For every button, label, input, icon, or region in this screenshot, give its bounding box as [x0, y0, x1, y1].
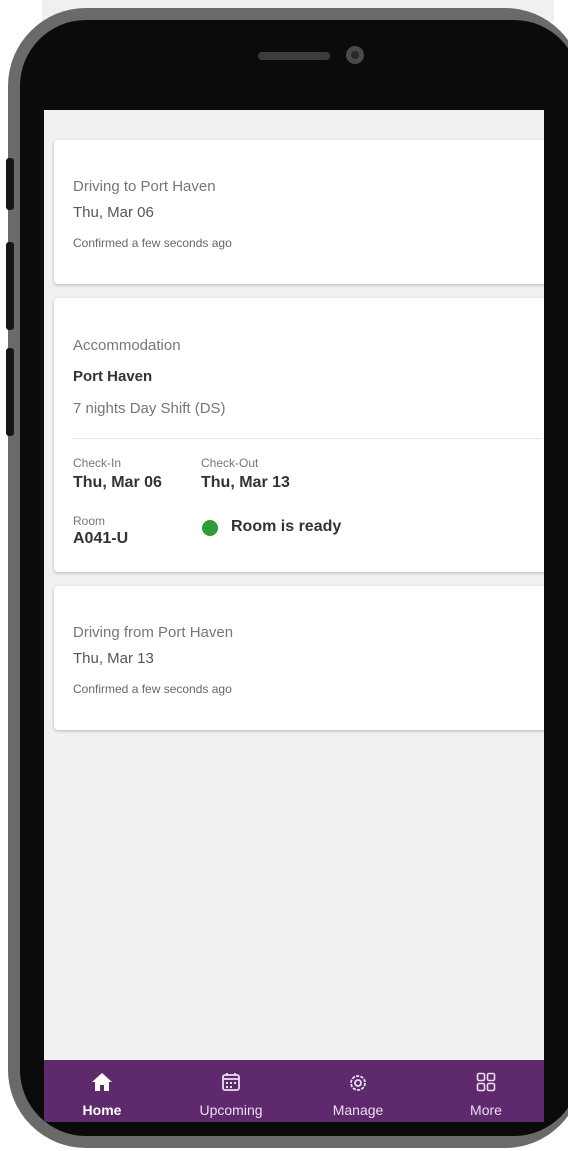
bottom-navigation: Home Upcoming Manage More — [44, 1060, 544, 1122]
room-value: A041-U — [73, 530, 129, 547]
calendar-icon — [222, 1073, 240, 1091]
nav-upcoming-label: Upcoming — [199, 1102, 263, 1118]
return-trip-card[interactable]: Driving from Port Haven Thu, Mar 13 Conf… — [54, 586, 544, 730]
grid-icon — [476, 1072, 496, 1092]
room-label: Room — [73, 514, 106, 528]
return-title: Driving from Port Haven — [73, 624, 234, 641]
nav-manage-label: Manage — [332, 1102, 384, 1118]
home-icon — [92, 1073, 112, 1091]
volume-down-button — [6, 348, 14, 436]
checkout-label: Check-Out — [201, 456, 259, 470]
return-status: Confirmed a few seconds ago — [73, 682, 232, 696]
volume-up-button — [6, 242, 14, 330]
card-divider — [73, 438, 542, 439]
gear-icon — [350, 1075, 366, 1091]
accommodation-stay: 7 nights Day Shift (DS) — [73, 400, 226, 417]
outbound-title: Driving to Port Haven — [73, 178, 216, 195]
nav-upcoming[interactable]: Upcoming — [181, 1060, 281, 1122]
mute-switch — [6, 158, 14, 210]
nav-manage[interactable]: Manage — [308, 1060, 408, 1122]
return-date: Thu, Mar 13 — [73, 650, 154, 667]
nav-more-label: More — [470, 1102, 502, 1118]
outbound-status: Confirmed a few seconds ago — [73, 236, 232, 250]
room-status-icon — [202, 520, 218, 536]
nav-more[interactable]: More — [436, 1060, 536, 1122]
outbound-date: Thu, Mar 06 — [73, 204, 154, 221]
checkin-value: Thu, Mar 06 — [73, 474, 162, 491]
accommodation-card[interactable]: Accommodation Port Haven 7 nights Day Sh… — [54, 298, 544, 572]
nav-home[interactable]: Home — [52, 1060, 152, 1122]
app-screen: Driving to Port Haven Thu, Mar 06 Confir… — [44, 110, 544, 1122]
nav-home-label: Home — [82, 1102, 122, 1118]
checkin-label: Check-In — [73, 456, 122, 470]
speaker-grille — [258, 52, 330, 60]
accommodation-location: Port Haven — [73, 368, 153, 385]
front-camera — [346, 46, 364, 64]
outbound-trip-card[interactable]: Driving to Port Haven Thu, Mar 06 Confir… — [54, 140, 544, 284]
checkout-value: Thu, Mar 13 — [201, 474, 290, 491]
room-status-text: Room is ready — [231, 518, 342, 535]
accommodation-heading: Accommodation — [73, 337, 181, 354]
